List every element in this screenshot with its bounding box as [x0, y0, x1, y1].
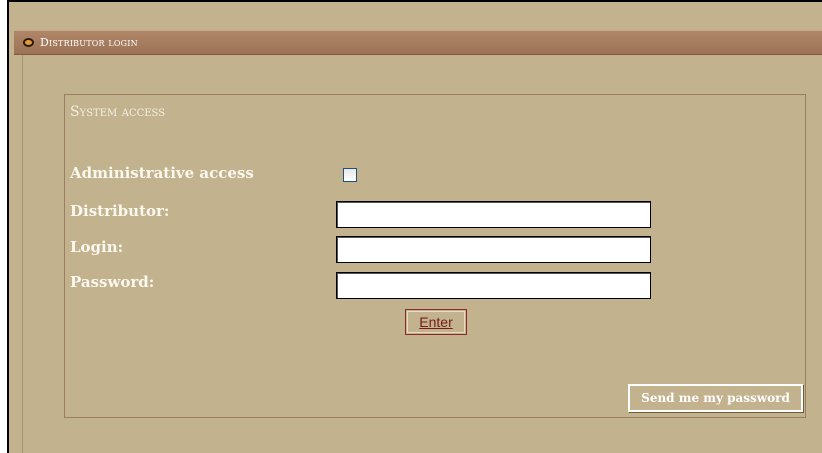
circle-bullet-icon: [23, 38, 34, 47]
distributor-label: Distributor:: [70, 202, 170, 220]
fieldset-title: System access: [70, 104, 166, 120]
login-label: Login:: [70, 238, 124, 256]
page-title: Distributor login: [40, 36, 138, 49]
admin-access-label: Administrative access: [70, 164, 254, 182]
send-password-button[interactable]: Send me my password: [628, 384, 803, 412]
admin-access-checkbox[interactable]: [343, 168, 357, 182]
enter-button[interactable]: Enter: [405, 309, 467, 335]
password-input[interactable]: [336, 272, 651, 299]
left-divider: [22, 55, 23, 453]
distributor-input[interactable]: [336, 201, 651, 228]
login-input[interactable]: [336, 236, 651, 263]
password-label: Password:: [70, 273, 155, 291]
